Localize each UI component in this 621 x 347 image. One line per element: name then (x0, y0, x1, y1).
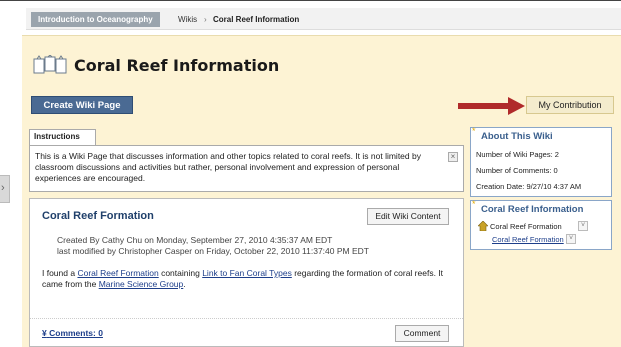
chevron-down-icon: ¥ (42, 328, 47, 338)
coral-reef-formation-link[interactable]: Coral Reef Formation (77, 268, 158, 278)
comments-link[interactable]: ¥ Comments: 0 (42, 328, 103, 338)
breadcrumb-current: Coral Reef Information (213, 15, 300, 24)
comment-button[interactable]: Comment (395, 325, 449, 342)
close-icon[interactable]: × (448, 152, 458, 162)
top-border (0, 0, 621, 1)
instructions-panel: This is a Wiki Page that discusses infor… (29, 145, 464, 192)
tab-instructions[interactable]: Instructions (29, 129, 96, 145)
wiki-pages-icon (33, 55, 67, 74)
entry-body-text: I found a (42, 268, 78, 278)
breadcrumb-course[interactable]: Introduction to Oceanography (31, 12, 160, 27)
right-arrow-icon (458, 97, 525, 115)
wiki-pages-count: Number of Wiki Pages: 2 (476, 150, 559, 159)
marine-science-group-link[interactable]: Marine Science Group (99, 279, 184, 289)
entry-body: I found a Coral Reef Formation containin… (42, 268, 452, 290)
entry-body-text: containing (158, 268, 203, 278)
chevron-down-icon[interactable]: ˅ (566, 234, 576, 244)
chevron-right-icon: › (1, 182, 5, 194)
wiki-page-link[interactable]: Coral Reef Formation (492, 235, 564, 244)
home-icon (478, 221, 488, 231)
wiki-comments-count: Number of Comments: 0 (476, 166, 558, 175)
star-icon: * (472, 199, 476, 209)
breadcrumb-wikis[interactable]: Wikis (178, 15, 197, 24)
divider (30, 318, 463, 319)
sidebar-toggle[interactable]: › (0, 175, 10, 203)
create-wiki-page-button[interactable]: Create Wiki Page (31, 96, 133, 114)
wiki-page-item[interactable]: Coral Reef Formation (490, 222, 562, 231)
instructions-text: This is a Wiki Page that discusses infor… (35, 151, 421, 183)
breadcrumb: Introduction to Oceanography Wikis › Cor… (26, 8, 621, 30)
fan-coral-types-link[interactable]: Link to Fan Coral Types (202, 268, 292, 278)
entry-body-text: . (183, 279, 186, 289)
page-title: Coral Reef Information (74, 56, 280, 75)
edit-wiki-content-button[interactable]: Edit Wiki Content (367, 208, 449, 225)
wiki-info-heading: Coral Reef Information (481, 204, 584, 215)
comments-count: Comments: 0 (49, 328, 103, 338)
my-contribution-button[interactable]: My Contribution (526, 96, 614, 114)
entry-title: Coral Reef Formation (42, 210, 154, 222)
entry-modified: last modified by Christopher Casper on F… (57, 246, 369, 256)
entry-created: Created By Cathy Chu on Monday, Septembe… (57, 235, 333, 245)
about-wiki-heading: About This Wiki (481, 131, 553, 142)
breadcrumb-separator-icon: › (204, 15, 207, 24)
wiki-creation-date: Creation Date: 9/27/10 4:37 AM (476, 182, 582, 191)
star-icon: * (472, 126, 476, 136)
chevron-down-icon[interactable]: ˅ (578, 221, 588, 231)
